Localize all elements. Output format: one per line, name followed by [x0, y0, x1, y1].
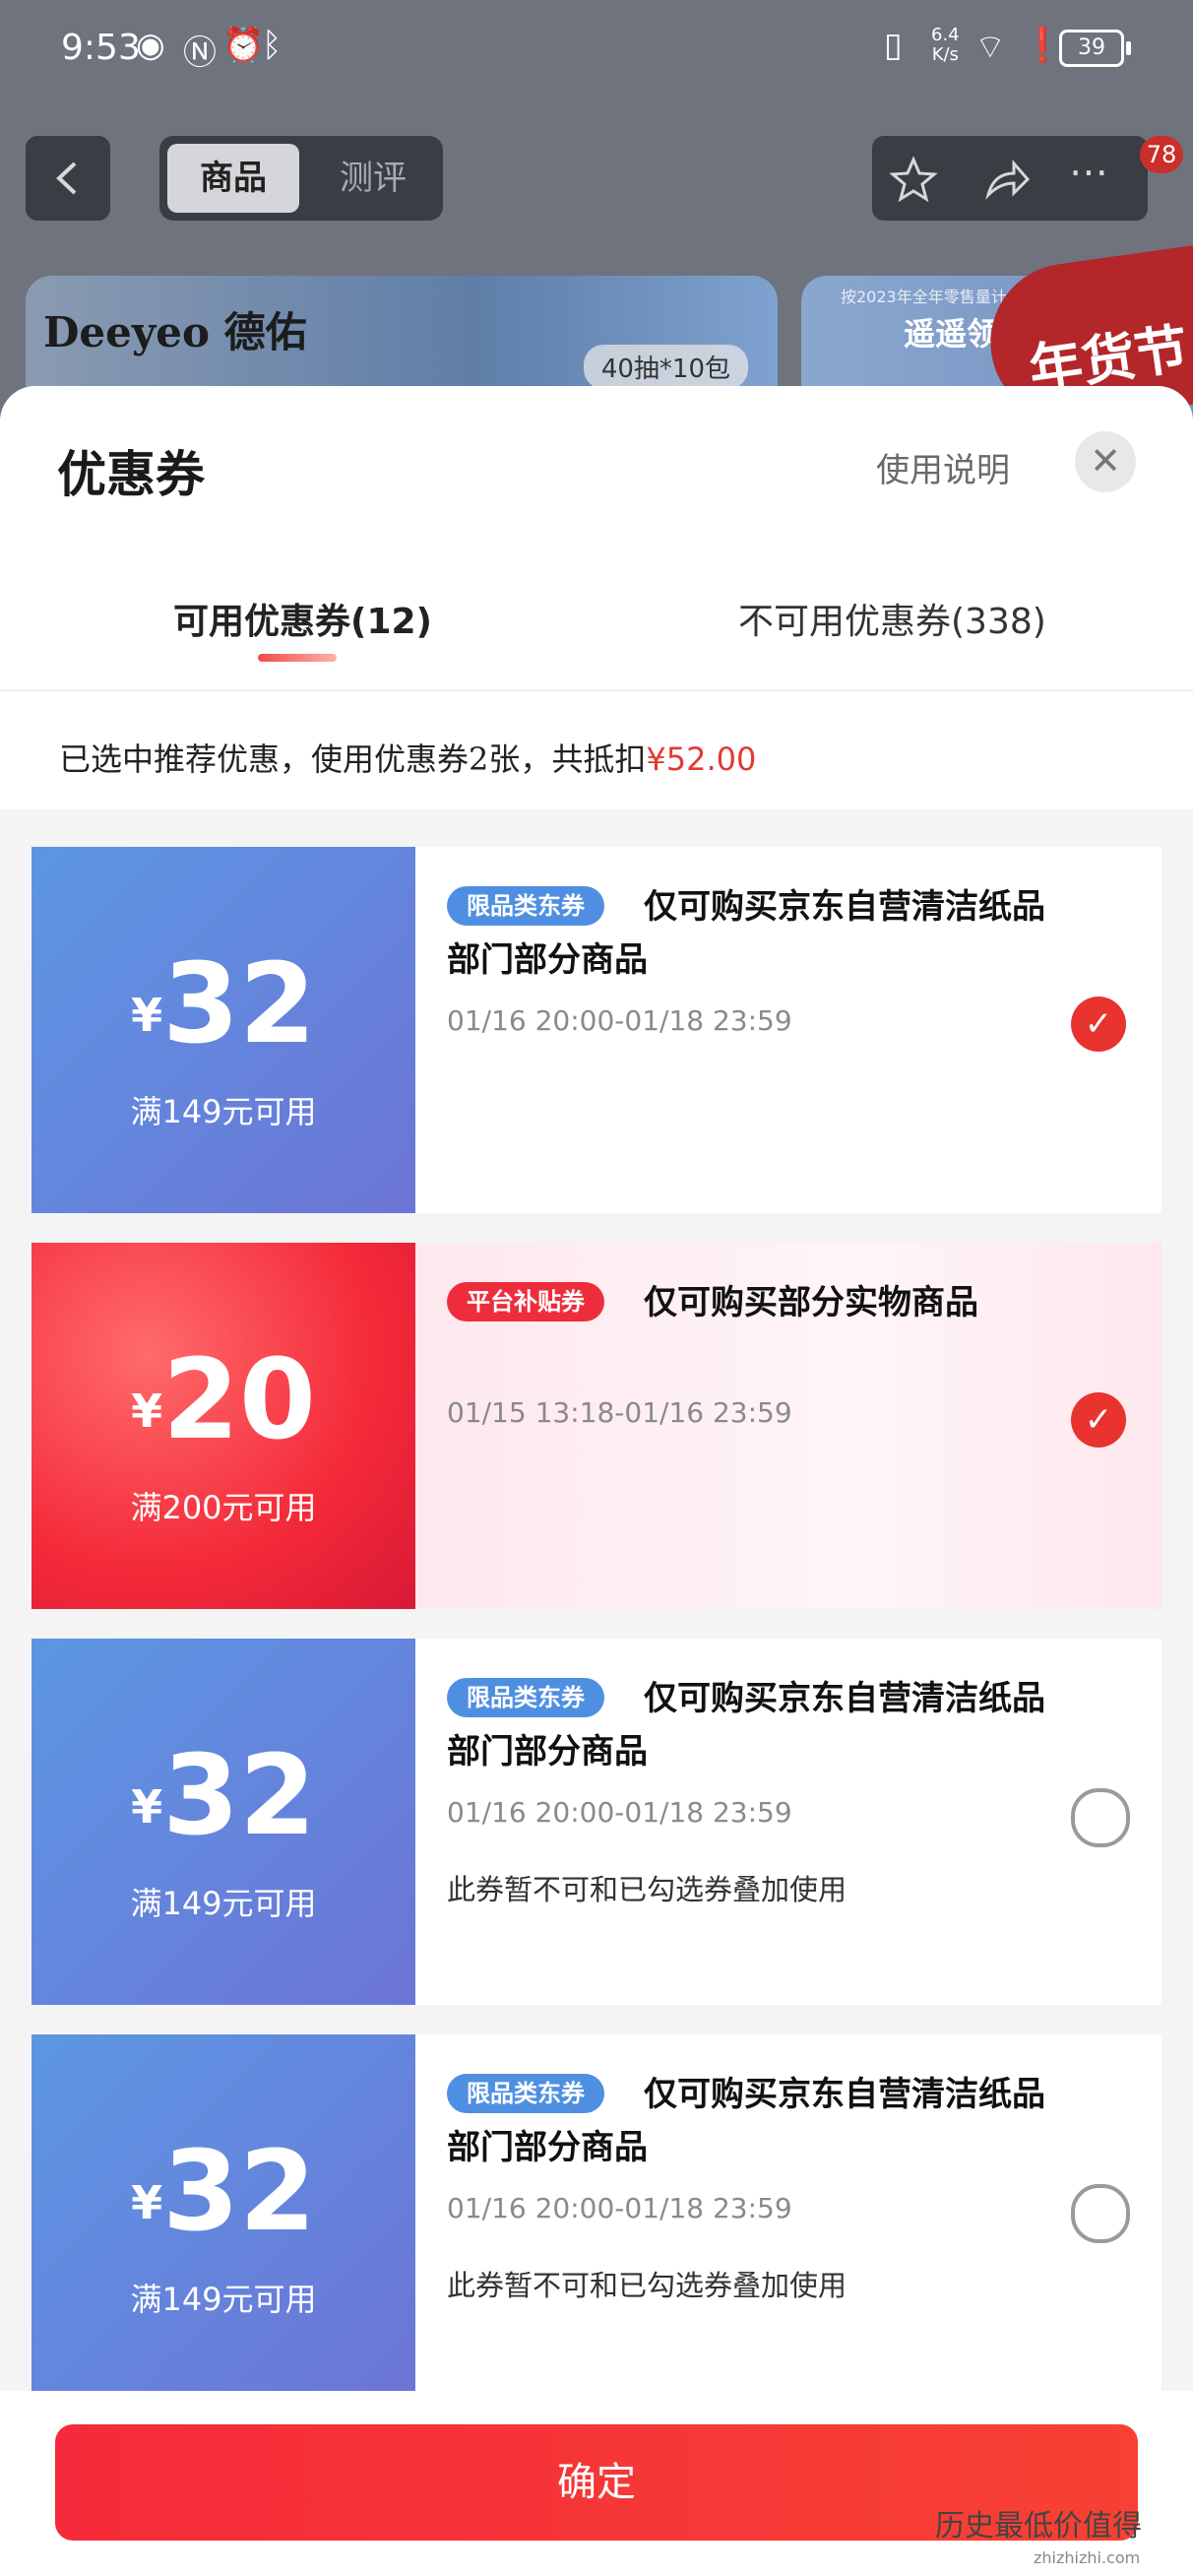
coupon-card[interactable]: ¥32 满149元可用 限品类东券 仅可购买京东自营清洁纸品部门部分商品 01/…: [31, 1639, 1162, 2005]
nfc-icon: Ⓝ: [183, 33, 217, 73]
status-bar: 9:53 ◉ Ⓝ ⏰ ᛒ ▯ 6.4 K/s ⌔ ❗ 39: [0, 0, 1193, 98]
coupon-date: 01/16 20:00-01/18 23:59: [447, 1796, 792, 1829]
check-selected-icon[interactable]: ✓: [1071, 997, 1126, 1052]
coupon-title: 仅可购买京东自营清洁纸品部门部分商品: [447, 1679, 1045, 1771]
discount-summary: 已选中推荐优惠，使用优惠券2张，共抵扣¥52.00: [0, 691, 1193, 809]
net-speed: 6.4 K/s: [931, 25, 960, 65]
bottom-bar: 确定: [0, 2391, 1193, 2576]
eye-icon: ◉: [136, 26, 165, 65]
pack-label: 40抽*10包: [583, 345, 748, 389]
coupon-card[interactable]: ¥32 满149元可用 限品类东券 仅可购买京东自营清洁纸品部门部分商品 01/…: [31, 847, 1162, 1213]
coupon-amount: 20: [162, 1336, 316, 1464]
share-icon[interactable]: [978, 152, 1034, 207]
coupon-condition: 满149元可用: [130, 1885, 317, 1922]
back-button[interactable]: [26, 136, 110, 221]
bluetooth-icon: ᛒ: [262, 26, 283, 65]
coupon-note: 此券暂不可和已勾选券叠加使用: [447, 2269, 848, 2302]
page-tab-switch: 商品 测评: [159, 136, 443, 221]
tab-available-coupons[interactable]: 可用优惠券(12): [173, 593, 432, 644]
active-tab-indicator: [258, 654, 337, 662]
tab-product[interactable]: 商品: [167, 144, 299, 213]
coupon-card[interactable]: ¥20 满200元可用 平台补贴券 仅可购买部分实物商品 01/15 13:18…: [31, 1243, 1162, 1609]
currency-symbol: ¥: [131, 1385, 163, 1438]
currency-symbol: ¥: [131, 2176, 163, 2229]
summary-text: 已选中推荐优惠，使用优惠券2张，共抵扣: [59, 741, 647, 778]
coupon-value-panel: ¥20 满200元可用: [31, 1243, 415, 1609]
coupon-details: 限品类东券 仅可购买京东自营清洁纸品部门部分商品 01/16 20:00-01/…: [415, 1639, 1162, 2005]
coupon-value-panel: ¥32 满149元可用: [31, 1639, 415, 2005]
usage-help-link[interactable]: 使用说明: [876, 443, 1010, 491]
coupon-title: 仅可购买京东自营清洁纸品部门部分商品: [447, 2075, 1045, 2167]
coupon-details: 限品类东券 仅可购买京东自营清洁纸品部门部分商品 01/16 20:00-01/…: [415, 847, 1162, 1213]
battery-indicator: 39: [1059, 30, 1131, 67]
sheet-header: 优惠券 使用说明 ✕ 可用优惠券(12) 不可用优惠券(338): [0, 386, 1193, 691]
wifi-icon: ⌔: [974, 28, 1006, 67]
sheet-title: 优惠券: [57, 445, 205, 503]
coupon-details: 平台补贴券 仅可购买部分实物商品 01/15 13:18-01/16 23:59…: [415, 1243, 1162, 1609]
star-icon[interactable]: [886, 152, 941, 207]
coupon-sheet: 优惠券 使用说明 ✕ 可用优惠券(12) 不可用优惠券(338) 已选中推荐优惠…: [0, 386, 1193, 2576]
vibrate-icon: ▯: [884, 26, 903, 65]
coupon-title: 仅可购买京东自营清洁纸品部门部分商品: [447, 887, 1045, 980]
currency-symbol: ¥: [131, 989, 163, 1042]
check-selected-icon[interactable]: ✓: [1071, 1392, 1126, 1448]
chevron-left-icon: [56, 161, 77, 195]
coupon-title: 仅可购买部分实物商品: [644, 1283, 978, 1322]
alert-icon: ❗: [1022, 26, 1064, 65]
summary-amount: ¥52.00: [646, 741, 757, 778]
check-unselected-icon[interactable]: [1071, 1788, 1130, 1847]
tab-review[interactable]: 测评: [307, 144, 439, 213]
tab-unavailable-coupons[interactable]: 不可用优惠券(338): [738, 593, 1046, 644]
coupon-amount: 32: [162, 1732, 316, 1860]
coupon-card[interactable]: ¥32 满149元可用 限品类东券 仅可购买京东自营清洁纸品部门部分商品 01/…: [31, 2034, 1162, 2401]
coupon-condition: 满149元可用: [130, 2281, 317, 2318]
currency-symbol: ¥: [131, 1780, 163, 1834]
notification-badge: 78: [1140, 136, 1183, 173]
close-icon[interactable]: ✕: [1075, 431, 1136, 492]
watermark-url: zhizhizhi.com: [1034, 2548, 1141, 2567]
coupon-value-panel: ¥32 满149元可用: [31, 2034, 415, 2401]
coupon-details: 限品类东券 仅可购买京东自营清洁纸品部门部分商品 01/16 20:00-01/…: [415, 2034, 1162, 2401]
watermark: 历史最低价值得: [935, 2509, 1142, 2544]
check-unselected-icon[interactable]: [1071, 2184, 1130, 2243]
coupon-date: 01/16 20:00-01/18 23:59: [447, 1004, 792, 1037]
coupon-note: 此券暂不可和已勾选券叠加使用: [447, 1873, 848, 1906]
coupon-amount: 32: [162, 2128, 316, 2256]
banner-big-text: 遥遥领: [904, 315, 999, 353]
coupon-condition: 满200元可用: [130, 1489, 317, 1526]
coupon-date: 01/15 13:18-01/16 23:59: [447, 1396, 792, 1429]
coupon-condition: 满149元可用: [130, 1093, 317, 1130]
alarm-icon: ⏰: [222, 26, 265, 65]
brand-logo: Deeyeo 德佑: [43, 308, 307, 356]
status-time: 9:53: [61, 28, 141, 68]
coupon-amount: 32: [162, 940, 316, 1068]
background-page: 9:53 ◉ Ⓝ ⏰ ᛒ ▯ 6.4 K/s ⌔ ❗ 39 商品 测评 ⋯ 78 …: [0, 0, 1193, 433]
more-icon[interactable]: ⋯: [1069, 150, 1108, 195]
coupon-date: 01/16 20:00-01/18 23:59: [447, 2192, 792, 2224]
action-group: ⋯: [872, 136, 1148, 221]
coupon-value-panel: ¥32 满149元可用: [31, 847, 415, 1213]
